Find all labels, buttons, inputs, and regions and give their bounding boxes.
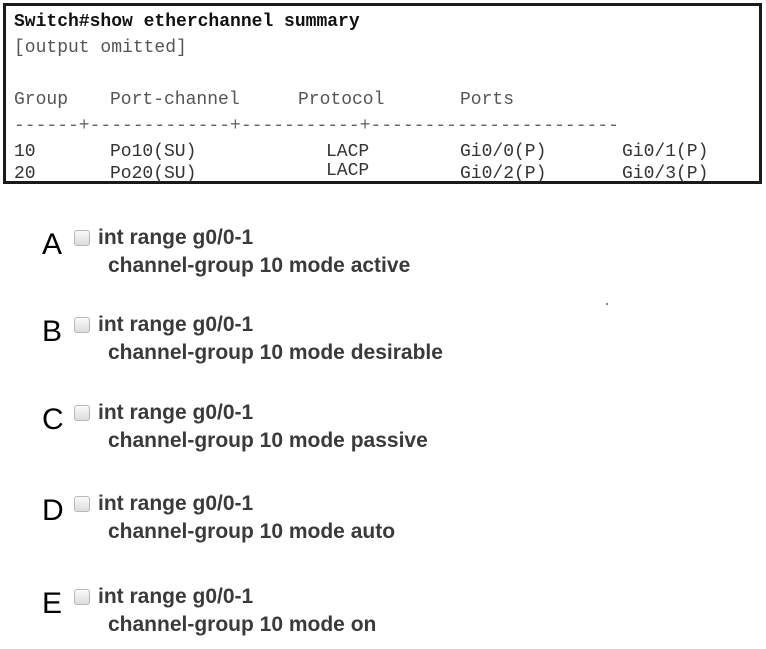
checkbox[interactable] [74, 317, 90, 333]
option-letter: C [42, 403, 64, 436]
row-1-port-2: Gi0/1(P) [622, 142, 709, 162]
row-1-protocol: LACP [326, 142, 370, 162]
option-letter: D [42, 494, 64, 527]
option-line-1: int range g0/0-1 [98, 401, 254, 424]
option-line-2: channel-group 10 mode passive [108, 429, 428, 452]
option-line-2: channel-group 10 mode active [108, 254, 411, 277]
option-letter: A [42, 228, 63, 261]
option-letter: E [42, 587, 63, 620]
stray-dot [606, 303, 608, 305]
checkbox[interactable] [74, 405, 90, 421]
option-line-1: int range g0/0-1 [98, 226, 254, 249]
option-letter: B [42, 315, 63, 348]
header-protocol: Protocol [298, 90, 385, 110]
option-line-2: channel-group 10 mode on [108, 613, 377, 636]
row-2-port-2: Gi0/3(P) [622, 164, 709, 184]
option-line-1: int range g0/0-1 [98, 585, 254, 608]
checkbox[interactable] [74, 230, 90, 246]
table-separator: ------+-------------+-----------+-------… [14, 116, 619, 136]
row-1-port-1: Gi0/0(P) [460, 142, 547, 162]
row-2-group: 20 [14, 164, 36, 184]
option-line-2: channel-group 10 mode auto [108, 520, 396, 543]
option-line-2: channel-group 10 mode desirable [108, 341, 443, 364]
checkbox[interactable] [74, 496, 90, 512]
cli-output-panel: Switch#show etherchannel summary [output… [3, 3, 762, 184]
output-omitted-note: [output omitted] [14, 38, 187, 58]
row-2-port-1: Gi0/2(P) [460, 164, 547, 184]
option-line-1: int range g0/0-1 [98, 313, 254, 336]
row-1-group: 10 [14, 142, 36, 162]
checkbox[interactable] [74, 589, 90, 605]
header-port-channel: Port-channel [110, 90, 240, 110]
option-line-1: int range g0/0-1 [98, 492, 254, 515]
header-group: Group [14, 90, 69, 110]
row-2-port-channel: Po20(SU) [110, 164, 197, 184]
row-2-protocol: LACP [326, 161, 370, 181]
row-1-port-channel: Po10(SU) [110, 142, 197, 162]
header-ports: Ports [460, 90, 515, 110]
command-line: Switch#show etherchannel summary [14, 12, 360, 32]
